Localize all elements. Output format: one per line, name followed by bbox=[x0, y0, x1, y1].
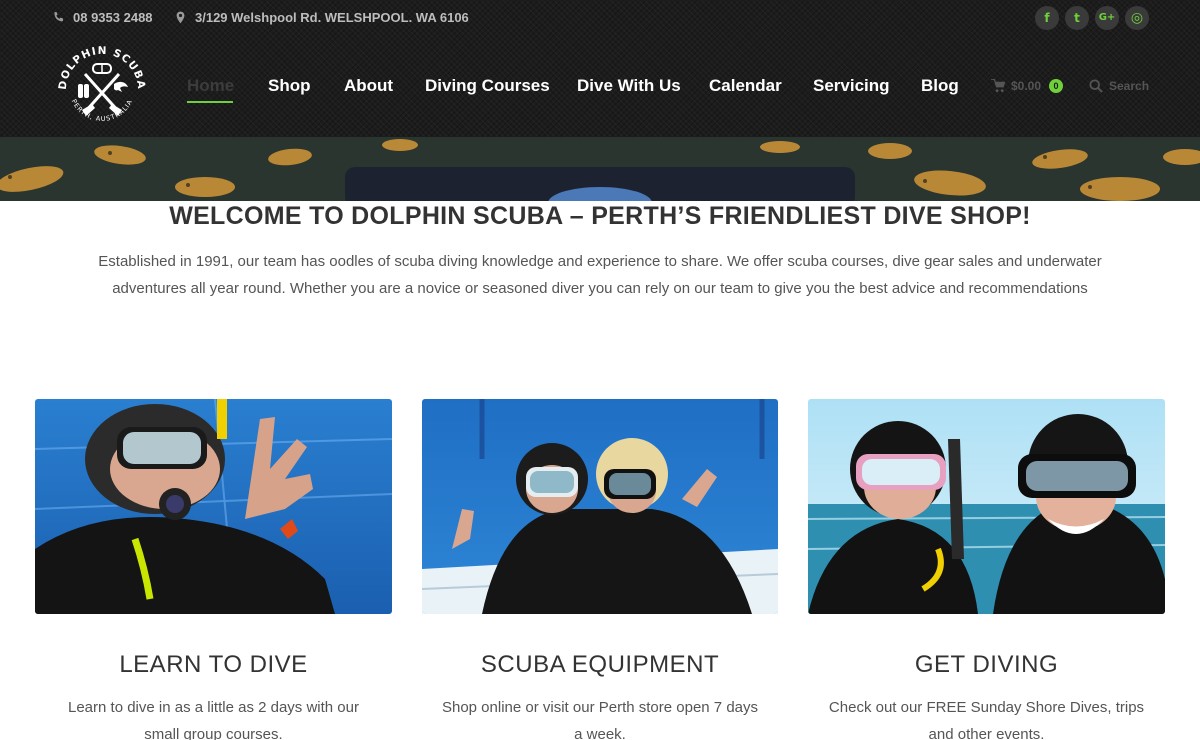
facebook-icon: f bbox=[1044, 11, 1050, 25]
scuba-equipment-title: SCUBA EQUIPMENT bbox=[480, 651, 720, 678]
nav-item-about[interactable]: About bbox=[344, 76, 393, 96]
dribbble-icon: ◎ bbox=[1130, 10, 1144, 26]
scuba-equipment-line-1: Shop online or visit our Perth store ope… bbox=[441, 699, 759, 716]
get-diving-title: GET DIVING bbox=[914, 651, 1059, 678]
twitter-link[interactable]: t bbox=[1065, 6, 1089, 30]
twitter-icon: t bbox=[1074, 11, 1080, 25]
search-button[interactable]: Search bbox=[1089, 79, 1149, 93]
welcome-line-1: Established in 1991, our team has oodles… bbox=[98, 253, 1102, 270]
social-links: f t G+ ◎ bbox=[1035, 6, 1149, 30]
nav-item-calendar[interactable]: Calendar bbox=[709, 76, 782, 96]
nav-item-servicing[interactable]: Servicing bbox=[813, 76, 890, 96]
welcome-paragraph: Established in 1991, our team has oodles… bbox=[40, 248, 1160, 302]
cart-total: $0.00 bbox=[1011, 79, 1042, 93]
google-plus-link[interactable]: G+ bbox=[1095, 6, 1119, 30]
logo-bottom-text: PERTH, AUSTRALIA bbox=[70, 98, 134, 123]
nav-item-diving-courses[interactable]: Diving Courses bbox=[425, 76, 550, 96]
get-diving-line-1: Check out our FREE Sunday Shore Dives, t… bbox=[828, 699, 1145, 716]
nav-item-dive-with-us[interactable]: Dive With Us bbox=[577, 76, 681, 96]
get-diving-text: Check out our FREE Sunday Shore Dives, t… bbox=[798, 694, 1175, 740]
learn-to-dive-line-2: small group courses. bbox=[144, 726, 283, 740]
hero-fish-image bbox=[0, 137, 1200, 201]
scuba-equipment-text: Shop online or visit our Perth store ope… bbox=[412, 694, 788, 740]
welcome-line-2: adventures all year round. Whether you a… bbox=[112, 280, 1088, 297]
learn-to-dive-text: Learn to dive in as a little as 2 days w… bbox=[35, 694, 392, 740]
nav-item-shop[interactable]: Shop bbox=[268, 76, 311, 96]
cart-icon bbox=[991, 79, 1006, 93]
active-nav-indicator bbox=[187, 101, 233, 103]
phone-contact[interactable]: 08 9353 2488 bbox=[52, 10, 153, 25]
learn-to-dive-image[interactable] bbox=[35, 399, 392, 614]
svg-text:PERTH, AUSTRALIA: PERTH, AUSTRALIA bbox=[70, 98, 135, 123]
dolphin-scuba-logo[interactable]: DOLPHIN SCUBA PERTH, AUSTRALIA bbox=[52, 38, 152, 138]
cart-count-badge: 0 bbox=[1049, 79, 1064, 93]
address-text: 3/129 Welshpool Rd. WELSHPOOL. WA 6106 bbox=[195, 10, 469, 25]
search-label: Search bbox=[1109, 79, 1150, 93]
phone-number: 08 9353 2488 bbox=[73, 10, 153, 25]
learn-to-dive-line-1: Learn to dive in as a little as 2 days w… bbox=[68, 699, 359, 716]
location-pin-icon bbox=[176, 11, 185, 24]
top-bar: 08 9353 2488 3/129 Welshpool Rd. WELSHPO… bbox=[0, 0, 1200, 36]
search-icon bbox=[1089, 79, 1103, 93]
cart-button[interactable]: $0.00 0 bbox=[991, 79, 1064, 93]
get-diving-line-2: and other events. bbox=[928, 726, 1045, 740]
welcome-heading: WELCOME TO DOLPHIN SCUBA – PERTH’S FRIEN… bbox=[169, 202, 1031, 230]
nav-item-home[interactable]: Home bbox=[187, 76, 234, 96]
hero-banner bbox=[0, 137, 1200, 201]
nav-item-blog[interactable]: Blog bbox=[921, 76, 959, 96]
site-header: 08 9353 2488 3/129 Welshpool Rd. WELSHPO… bbox=[0, 0, 1200, 137]
facebook-link[interactable]: f bbox=[1035, 6, 1059, 30]
scuba-equipment-line-2: a week. bbox=[574, 726, 626, 740]
phone-icon bbox=[54, 11, 64, 22]
google-plus-icon: G+ bbox=[1098, 12, 1116, 23]
scuba-equipment-image[interactable] bbox=[422, 399, 778, 614]
address-contact[interactable]: 3/129 Welshpool Rd. WELSHPOOL. WA 6106 bbox=[174, 10, 469, 25]
learn-to-dive-title: LEARN TO DIVE bbox=[119, 651, 308, 678]
dribbble-link[interactable]: ◎ bbox=[1125, 6, 1149, 30]
get-diving-image[interactable] bbox=[808, 399, 1165, 614]
